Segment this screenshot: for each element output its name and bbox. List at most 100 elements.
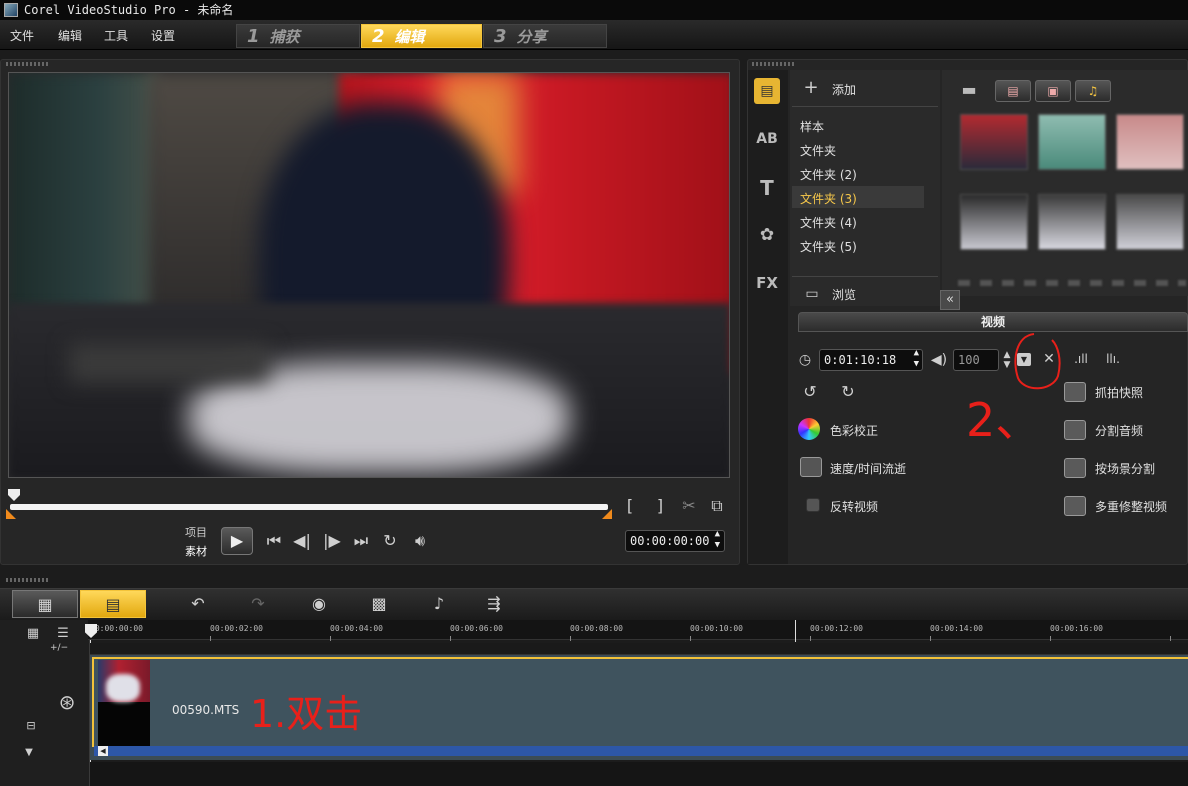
scissors-icon[interactable]: ✂ <box>680 498 698 514</box>
timeline-view-icon[interactable]: ▤ <box>80 590 146 618</box>
panel-grip[interactable] <box>6 62 50 66</box>
split-by-scene-icon[interactable] <box>1064 458 1086 478</box>
ruler-label: 00:00:04:00 <box>330 624 383 633</box>
volume-field[interactable]: 100 <box>953 349 999 371</box>
split-audio-icon[interactable] <box>1064 420 1086 440</box>
folder-item-selected[interactable]: 文件夹 (3) <box>800 190 857 207</box>
media-thumbnail[interactable] <box>960 194 1028 250</box>
show-video-icon[interactable]: ▤ <box>995 80 1031 102</box>
thumbnail-captions <box>958 280 1186 286</box>
auto-music-icon[interactable]: ♪ <box>425 590 453 618</box>
duration-spinner[interactable]: ▲ ▼ <box>914 348 919 370</box>
folder-item[interactable]: 文件夹 (5) <box>800 238 857 255</box>
undo-icon[interactable]: ↶ <box>186 590 210 618</box>
fade-out-icon[interactable]: llı. <box>1102 351 1124 367</box>
previous-frame-icon[interactable]: ◀| <box>292 533 312 549</box>
split-audio-button[interactable]: 分割音频 <box>1095 422 1143 439</box>
multi-trim-button[interactable]: 多重修整视频 <box>1095 498 1167 515</box>
track-lock-icon[interactable]: ⊟ <box>20 718 42 734</box>
graphic-icon[interactable]: ✿ <box>754 222 780 248</box>
folder-item[interactable]: 文件夹 (2) <box>800 166 857 183</box>
mark-out-button[interactable]: ] <box>652 498 668 514</box>
play-button[interactable]: ▶ <box>221 527 253 555</box>
mix-icon[interactable]: ▩ <box>365 590 393 618</box>
timecode-display[interactable]: 00:00:00:00 ▲ ▼ <box>625 529 725 552</box>
transition-icon[interactable]: AB <box>754 126 780 152</box>
rotate-left-icon[interactable]: ↺ <box>798 384 822 400</box>
color-wheel-icon[interactable] <box>798 418 820 440</box>
timecode-spinner[interactable]: ▲ ▼ <box>715 529 720 551</box>
media-thumbnail[interactable] <box>1038 194 1106 250</box>
menu-file[interactable]: 文件 <box>10 27 34 44</box>
media-thumbnail[interactable] <box>1038 114 1106 170</box>
clip-thumbnail <box>98 660 150 746</box>
expand-tracks-icon[interactable]: ▼ <box>20 745 38 761</box>
folder-item[interactable]: 样本 <box>800 118 824 135</box>
clip-name: 00590.MTS <box>172 703 240 717</box>
end-icon[interactable]: ⏭ <box>351 533 371 549</box>
multi-trim-icon[interactable] <box>1064 496 1086 516</box>
motion-track-icon[interactable]: ⇶ <box>480 590 508 618</box>
ruler-tick <box>810 636 811 641</box>
clip-audio-bar <box>94 746 1188 756</box>
zoom-control[interactable]: +/− <box>50 643 68 653</box>
folder-item[interactable]: 文件夹 (4) <box>800 214 857 231</box>
repeat-icon[interactable]: ↻ <box>380 533 400 549</box>
snapshot-icon[interactable] <box>1064 382 1086 402</box>
volume-icon[interactable]: 🔊︎ <box>410 533 430 549</box>
track-manager-icon[interactable]: ▦ <box>22 626 44 642</box>
reverse-video-label: 反转视频 <box>830 500 879 514</box>
tab-capture[interactable]: 1 捕获 <box>236 24 360 48</box>
chapter-list-icon[interactable]: ☰ <box>52 626 74 642</box>
show-photo-icon[interactable]: ▣ <box>1035 80 1071 102</box>
mode-project[interactable]: 项目 <box>185 524 207 540</box>
folder-icon[interactable]: ▬ <box>958 82 980 98</box>
media-icon[interactable]: ▤ <box>754 78 780 104</box>
split-by-scene-button[interactable]: 按场景分割 <box>1095 460 1155 477</box>
ruler-label: 00:00:12:00 <box>810 624 863 633</box>
color-correction-button[interactable]: 色彩校正 <box>830 422 878 439</box>
next-frame-icon[interactable]: |▶ <box>322 533 342 549</box>
annotation-step1: 1.双击 <box>250 692 363 736</box>
speed-time-lapse-button[interactable]: 速度/时间流逝 <box>830 460 906 477</box>
storyboard-view-icon[interactable]: ▦ <box>12 590 78 618</box>
mark-in-button[interactable]: [ <box>622 498 638 514</box>
menu-edit[interactable]: 编辑 <box>58 27 82 44</box>
collapse-icon[interactable]: « <box>940 290 960 310</box>
menu-settings[interactable]: 设置 <box>151 27 175 44</box>
panel-grip[interactable] <box>6 578 50 582</box>
duration-field[interactable]: 0:01:10:18 ▲ ▼ <box>819 348 923 371</box>
divider <box>792 276 938 277</box>
media-thumbnail[interactable] <box>1116 194 1184 250</box>
rotate-right-icon[interactable]: ↻ <box>836 384 860 400</box>
ruler-label: 00:00:14:00 <box>930 624 983 633</box>
title-icon[interactable]: T <box>754 175 780 201</box>
mode-clip[interactable]: 素材 <box>185 543 207 559</box>
scrubber-bar[interactable] <box>10 504 608 510</box>
add-folder-button[interactable]: 添加 <box>832 81 856 98</box>
folder-item[interactable]: 文件夹 <box>800 142 836 159</box>
speed-icon[interactable] <box>800 457 822 477</box>
media-thumbnail[interactable] <box>1116 114 1184 170</box>
panel-grip[interactable] <box>752 62 796 66</box>
filter-icon[interactable]: FX <box>754 270 780 296</box>
ruler-label: 00:00:16:00 <box>1050 624 1103 633</box>
ruler-tick <box>210 636 211 641</box>
audio-mark-icon: ◀ <box>98 746 108 756</box>
redo-icon[interactable]: ↷ <box>246 590 270 618</box>
home-icon[interactable]: ⏮ <box>264 533 284 549</box>
tab-video-options[interactable]: 视频 <box>798 312 1188 332</box>
enlarge-icon[interactable]: ⧉ <box>708 498 726 514</box>
snapshot-button[interactable]: 抓拍快照 <box>1095 384 1143 401</box>
record-capture-icon[interactable]: ◉ <box>305 590 333 618</box>
add-icon[interactable]: + <box>802 79 820 97</box>
browse-icon[interactable]: ▭ <box>802 286 822 302</box>
tab-edit[interactable]: 2 编辑 <box>361 24 482 48</box>
tab-share[interactable]: 3 分享 <box>483 24 607 48</box>
menu-tools[interactable]: 工具 <box>104 27 128 44</box>
show-audio-icon[interactable]: ♫ <box>1075 80 1111 102</box>
browse-button[interactable]: 浏览 <box>832 286 856 303</box>
media-thumbnail[interactable] <box>960 114 1028 170</box>
reverse-video-checkbox[interactable] <box>806 498 820 512</box>
fade-in-icon[interactable]: .ıll <box>1070 351 1092 367</box>
